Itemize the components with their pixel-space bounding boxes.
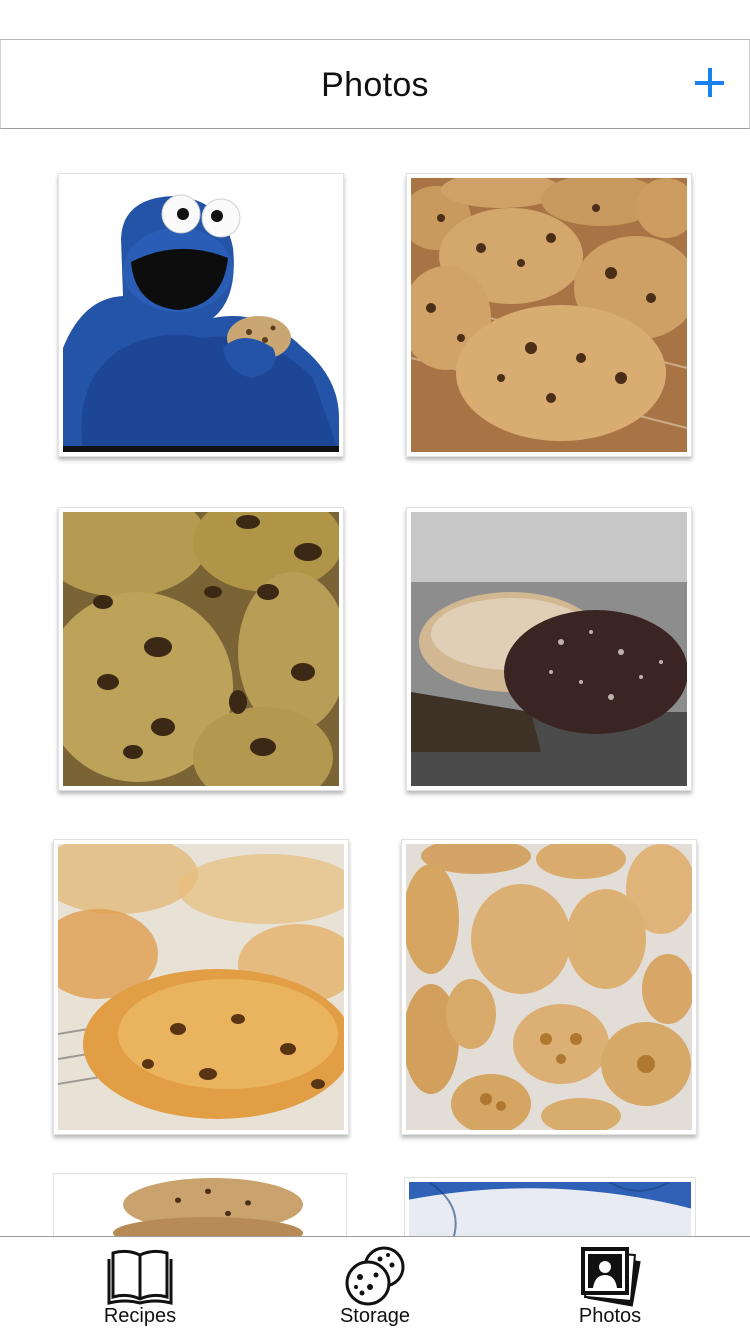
photo-stack-icon — [581, 1247, 641, 1307]
book-icon — [107, 1249, 173, 1305]
tab-photos-label: Photos — [578, 1305, 642, 1327]
add-photo-button[interactable] — [687, 60, 733, 106]
photo-tile-cookie-monster[interactable] — [58, 173, 344, 457]
butter-cookies-photo — [406, 844, 692, 1130]
stacked-cookies-photo — [58, 1178, 342, 1236]
photo-tile-blue-plate[interactable] — [404, 1177, 696, 1236]
cookies-closeup-photo — [63, 512, 339, 786]
tab-storage[interactable]: Storage — [275, 1237, 475, 1335]
blue-plate-photo — [409, 1182, 691, 1236]
tab-recipes[interactable]: Recipes — [40, 1237, 240, 1335]
cookies-on-rack-photo — [411, 178, 687, 452]
cookies-icon — [345, 1246, 405, 1306]
photo-tile-stacked-cookies[interactable] — [53, 1173, 347, 1236]
navigation-bar: Photos — [0, 40, 750, 129]
status-bar — [0, 0, 750, 40]
tab-recipes-label: Recipes — [103, 1305, 177, 1327]
photo-tile-cookies-on-rack[interactable] — [406, 173, 692, 457]
photo-tile-double-chocolate[interactable] — [406, 507, 692, 791]
page-title: Photos — [321, 66, 429, 104]
photo-grid[interactable] — [0, 129, 750, 1236]
photo-tile-golden-cookie[interactable] — [53, 839, 349, 1135]
tab-photos[interactable]: Photos — [510, 1237, 710, 1335]
tab-bar: Recipes Storage Photos — [0, 1236, 750, 1334]
photo-tile-cookies-closeup[interactable] — [58, 507, 344, 791]
golden-cookie-photo — [58, 844, 344, 1130]
double-chocolate-photo — [411, 512, 687, 786]
tab-storage-label: Storage — [339, 1305, 411, 1327]
photo-tile-butter-cookies[interactable] — [401, 839, 697, 1135]
cookie-monster-photo — [63, 178, 339, 452]
